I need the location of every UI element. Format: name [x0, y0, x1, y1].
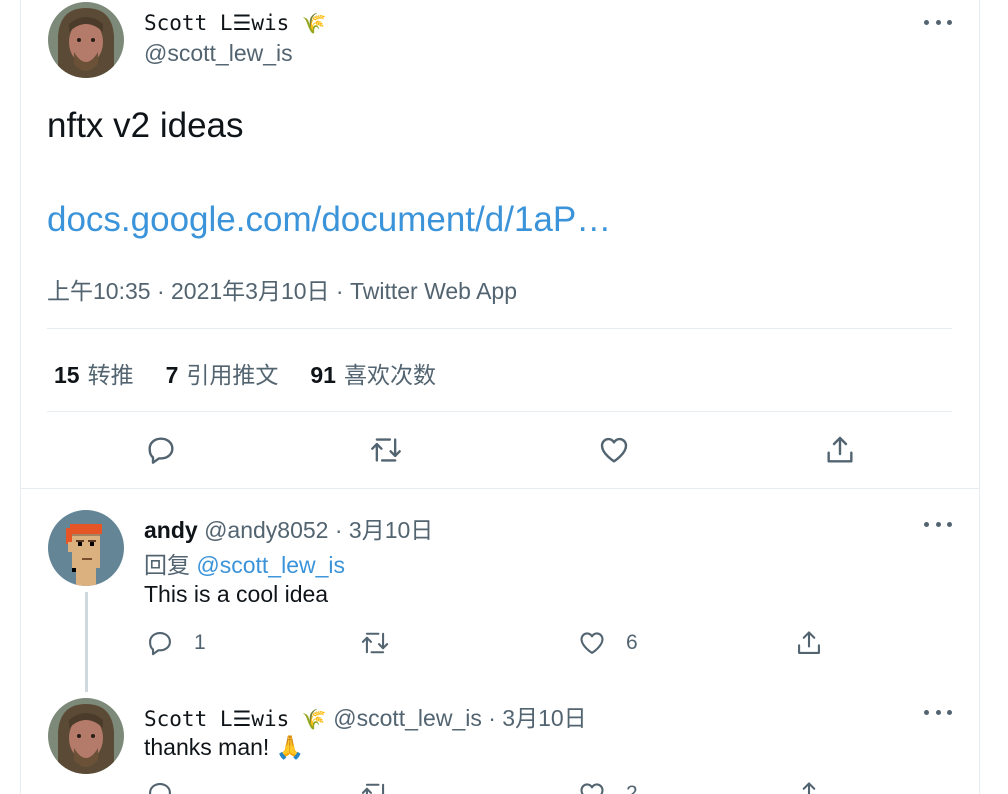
reply-avatar[interactable] — [48, 698, 124, 774]
reply-avatar[interactable] — [48, 510, 124, 586]
share-icon — [827, 436, 853, 463]
reply-author-handle[interactable]: @andy8052 — [204, 517, 328, 543]
likes-stat[interactable]: 91 喜欢次数 — [310, 356, 436, 390]
share-icon — [798, 631, 820, 654]
retweet-button[interactable] — [360, 629, 390, 657]
reply-button[interactable] — [145, 434, 177, 466]
retweet-icon — [361, 632, 389, 654]
more-icon[interactable] — [924, 519, 952, 529]
divider — [20, 488, 980, 489]
divider — [47, 411, 952, 412]
reply-author-name[interactable]: Scott L☰wis 🌾 — [144, 707, 327, 731]
like-icon — [580, 632, 604, 654]
quotes-stat[interactable]: 7 引用推文 — [166, 356, 279, 390]
reply-text: This is a cool idea — [144, 581, 329, 607]
share-button[interactable] — [795, 780, 823, 794]
reply-count: 1 — [194, 631, 206, 654]
reply-date[interactable]: · 3月10日 — [488, 705, 586, 731]
thread-connector — [85, 592, 88, 692]
like-icon — [600, 437, 628, 463]
reply-author-name[interactable]: andy — [144, 517, 198, 543]
author-handle[interactable]: @scott_lew_is — [144, 40, 293, 67]
like-button[interactable]: 6 — [578, 629, 638, 657]
like-count: 6 — [626, 631, 638, 654]
reply-icon — [149, 632, 171, 656]
reply-icon — [149, 783, 171, 794]
like-icon — [580, 783, 604, 794]
more-icon[interactable] — [924, 17, 952, 27]
tweet-stats: 15 转推 7 引用推文 91 喜欢次数 — [54, 356, 436, 390]
tweet-meta: 上午10:35 · 2021年3月10日 · Twitter Web App — [47, 278, 518, 304]
divider — [47, 328, 952, 329]
retweet-button[interactable] — [369, 434, 403, 466]
retweet-button[interactable] — [360, 780, 390, 794]
reply-icon — [148, 437, 174, 464]
wheat-badge-icon: 🌾 — [301, 707, 327, 731]
replying-to: 回复 @scott_lew_is — [144, 552, 346, 578]
reply-header: andy @andy8052 · 3月10日 — [144, 511, 433, 545]
like-count: 2 — [626, 782, 638, 794]
like-button[interactable]: 2 — [578, 780, 638, 794]
reply-date[interactable]: · 3月10日 — [335, 517, 433, 543]
retweet-icon — [371, 438, 401, 462]
reply-text: thanks man! 🙏 — [144, 734, 305, 760]
wheat-badge-icon: 🌾 — [301, 11, 327, 35]
reply-button[interactable]: 1 — [146, 629, 206, 657]
retweets-stat[interactable]: 15 转推 — [54, 356, 134, 390]
reply-button[interactable] — [146, 780, 174, 794]
reply-header: Scott L☰wis 🌾 @scott_lew_is · 3月10日 — [144, 699, 587, 733]
author-avatar[interactable] — [48, 2, 124, 78]
author-name[interactable]: Scott L☰wis 🌾 — [144, 11, 327, 35]
retweet-icon — [361, 783, 385, 794]
reply-to-mention[interactable]: @scott_lew_is — [196, 552, 345, 578]
share-icon — [802, 782, 816, 794]
share-button[interactable] — [795, 629, 823, 657]
tweet-text: nftx v2 ideas — [47, 106, 244, 145]
tweet-link[interactable]: docs.google.com/document/d/1aP… — [47, 200, 611, 240]
share-button[interactable] — [824, 434, 856, 466]
more-icon[interactable] — [924, 707, 952, 717]
like-button[interactable] — [598, 434, 630, 466]
reply-author-handle[interactable]: @scott_lew_is — [333, 705, 482, 731]
